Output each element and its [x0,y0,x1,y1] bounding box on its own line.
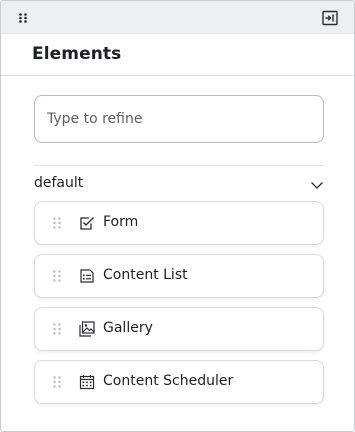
element-item-gallery[interactable]: Gallery [34,307,324,351]
group-header-default[interactable]: default [34,167,324,199]
form-checkbox-icon [80,217,94,230]
collapse-panel-button[interactable] [322,10,338,26]
collapse-right-icon [322,10,338,26]
drag-grip-icon[interactable] [53,376,61,388]
panel-title: Elements [32,44,122,64]
group-label: default [34,175,84,191]
drag-grip-icon[interactable] [53,270,61,282]
content-list-icon [80,269,94,283]
element-item-form[interactable]: Form [34,201,324,245]
item-label: Gallery [103,320,153,336]
item-label: Content List [103,267,188,283]
panel-topbar [1,1,354,34]
calendar-icon [79,375,95,390]
drag-handle-icon[interactable] [19,13,27,23]
item-label: Content Scheduler [103,373,234,389]
item-label: Form [103,214,139,230]
elements-panel: Elements default Form [0,0,355,432]
drag-grip-icon[interactable] [53,217,61,229]
divider [34,165,324,166]
search-input[interactable] [34,95,324,143]
gallery-icon [79,321,95,337]
element-item-content-scheduler[interactable]: Content Scheduler [34,360,324,404]
element-item-content-list[interactable]: Content List [34,254,324,298]
divider [1,75,354,76]
drag-grip-icon[interactable] [53,323,61,335]
chevron-down-icon [311,182,323,189]
